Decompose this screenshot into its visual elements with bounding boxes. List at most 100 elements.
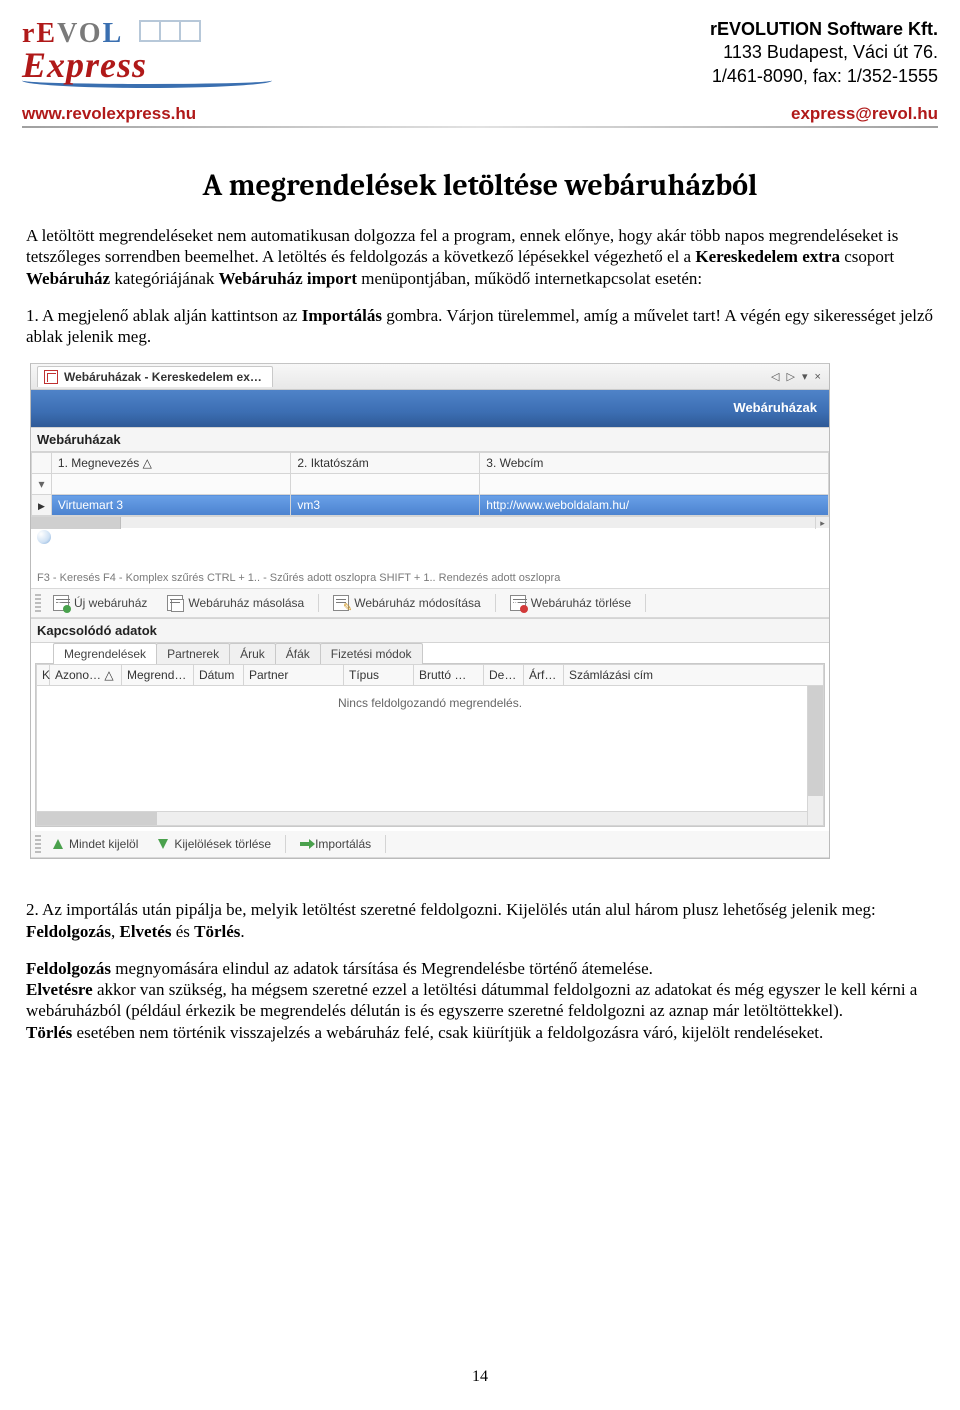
btn-label: Új webáruház xyxy=(74,596,147,610)
toolbar-separator xyxy=(285,835,286,853)
orders-grid-header: K Azono… △ Megrend… Dátum Partner Típus … xyxy=(36,664,824,686)
copy-icon xyxy=(167,595,183,611)
p-process: Feldolgozás megnyomására elindul az adat… xyxy=(26,958,934,979)
text-bold: Kereskedelem extra xyxy=(695,247,840,266)
filter-name[interactable] xyxy=(51,474,290,495)
btn-label: Webáruház másolása xyxy=(188,596,304,610)
logo: rEVOL Express xyxy=(22,18,292,90)
intro-paragraph: A letöltött megrendeléseket nem automati… xyxy=(26,225,934,289)
window-controls[interactable]: ◁ ▷ ▾ × xyxy=(771,370,823,383)
window-controls-glyphs[interactable]: ◁ ▷ ▾ × xyxy=(771,370,823,383)
col-rate[interactable]: Árf… xyxy=(524,664,564,686)
select-all-button[interactable]: Mindet kijelöl xyxy=(45,834,146,854)
filter-dropdown-icon[interactable]: ▾ xyxy=(32,474,52,495)
col-url[interactable]: 3. Webcím xyxy=(480,453,829,474)
section-header: Webáruházak xyxy=(31,427,829,452)
page-header: rEVOL Express rEVOLUTION Software Kft. 1… xyxy=(22,18,938,90)
cell-name[interactable]: Virtuemart 3 xyxy=(51,495,290,516)
toolbar-separator xyxy=(645,594,646,612)
col-reg[interactable]: 2. Iktatószám xyxy=(291,453,480,474)
text: , xyxy=(111,922,120,941)
text: 2. Az importálás után pipálja be, melyik… xyxy=(26,900,876,919)
import-icon xyxy=(300,842,310,846)
p-reject: Elvetésre akkor van szükség, ha mégsem s… xyxy=(26,979,934,1022)
btn-label: Mindet kijelöl xyxy=(69,837,138,851)
toolbar-grip xyxy=(35,594,41,612)
orders-vscroll[interactable] xyxy=(807,686,823,825)
text: csoport xyxy=(840,247,894,266)
cell-reg[interactable]: vm3 xyxy=(291,495,480,516)
tab-partners[interactable]: Partnerek xyxy=(156,643,230,664)
orders-hscroll[interactable] xyxy=(37,811,807,825)
page-title: A megrendelések letöltése webáruházból xyxy=(26,168,934,203)
col-id[interactable]: Azono… △ xyxy=(50,664,122,686)
text: 1. A megjelenő ablak alján kattintson az xyxy=(26,306,302,325)
copy-store-button[interactable]: Webáruház másolása xyxy=(159,592,312,614)
text: kategóriájának xyxy=(110,269,219,288)
text: és xyxy=(171,922,194,941)
page-number: 14 xyxy=(0,1368,960,1386)
btn-label: Webáruház módosítása xyxy=(354,596,481,610)
col-gross[interactable]: Bruttó … xyxy=(414,664,484,686)
header-divider xyxy=(22,126,938,128)
col-type[interactable]: Típus xyxy=(344,664,414,686)
filter-url[interactable] xyxy=(480,474,829,495)
filter-row[interactable]: ▾ xyxy=(32,474,829,495)
toolbar-grip xyxy=(35,835,41,853)
grid-corner xyxy=(32,453,52,474)
app-banner: Webáruházak xyxy=(31,390,829,427)
text-bold: Feldolgozás xyxy=(26,922,111,941)
empty-message: Nincs feldolgozandó megrendelés. xyxy=(37,686,823,720)
col-name[interactable]: 1. Megnevezés △ xyxy=(51,453,290,474)
delete-store-button[interactable]: Webáruház törlése xyxy=(502,592,640,614)
step-2: 2. Az importálás után pipálja be, melyik… xyxy=(26,899,934,942)
text-bold: Importálás xyxy=(302,306,382,325)
app-titlebar: Webáruházak - Kereskedelem ex… ◁ ▷ ▾ × xyxy=(31,364,829,390)
clear-selection-button[interactable]: Kijelölések törlése xyxy=(150,834,279,854)
tab-vat[interactable]: Áfák xyxy=(275,643,321,664)
btn-label: Importálás xyxy=(315,837,371,851)
new-store-button[interactable]: Új webáruház xyxy=(45,592,155,614)
p-delete: Törlés esetében nem történik visszajelzé… xyxy=(26,1022,934,1043)
toolbar-separator xyxy=(318,594,319,612)
selection-toolbar: Mindet kijelöl Kijelölések törlése Impor… xyxy=(31,831,829,858)
tab-payments[interactable]: Fizetési módok xyxy=(320,643,423,664)
col-k[interactable]: K xyxy=(36,664,50,686)
row-indicator xyxy=(32,495,52,516)
filter-reg[interactable] xyxy=(291,474,480,495)
col-billing-address[interactable]: Számlázási cím xyxy=(564,664,824,686)
logo-boxes xyxy=(141,18,201,50)
cell-url[interactable]: http://www.weboldalam.hu/ xyxy=(480,495,829,516)
col-de[interactable]: De… xyxy=(484,664,524,686)
clear-selection-icon xyxy=(158,839,168,849)
window-tab[interactable]: Webáruházak - Kereskedelem ex… xyxy=(37,366,273,387)
orders-area: Nincs feldolgozandó megrendelés. xyxy=(36,686,824,826)
tab-orders[interactable]: Megrendelések xyxy=(53,643,157,664)
text-bold: Törlés xyxy=(26,1023,72,1042)
email-link[interactable]: express@revol.hu xyxy=(791,104,938,124)
col-ordered[interactable]: Megrend… xyxy=(122,664,194,686)
stores-grid: 1. Megnevezés △ 2. Iktatószám 3. Webcím … xyxy=(31,452,829,516)
text-bold: Elvetés xyxy=(120,922,172,941)
text: megnyomására elindul az adatok társítása… xyxy=(111,959,653,978)
window-tab-title: Webáruházak - Kereskedelem ex… xyxy=(64,370,262,384)
new-icon xyxy=(53,595,69,611)
select-all-icon xyxy=(53,839,63,849)
key-icon xyxy=(37,530,51,544)
app-screenshot: Webáruházak - Kereskedelem ex… ◁ ▷ ▾ × W… xyxy=(30,363,830,859)
related-header: Kapcsolódó adatok xyxy=(31,618,829,643)
import-button[interactable]: Importálás xyxy=(292,834,379,854)
orders-panel: K Azono… △ Megrend… Dátum Partner Típus … xyxy=(35,663,825,827)
table-row[interactable]: Virtuemart 3 vm3 http://www.weboldalam.h… xyxy=(32,495,829,516)
col-date[interactable]: Dátum xyxy=(194,664,244,686)
col-partner[interactable]: Partner xyxy=(244,664,344,686)
edit-store-button[interactable]: Webáruház módosítása xyxy=(325,592,489,614)
text-bold: Webáruház xyxy=(26,269,110,288)
grid-hscroll[interactable]: ▸ xyxy=(31,516,829,528)
text-bold: Webáruház import xyxy=(219,269,357,288)
tab-goods[interactable]: Áruk xyxy=(229,643,276,664)
company-contact: 1/461-8090, fax: 1/352-1555 xyxy=(710,65,938,88)
text-bold: Törlés xyxy=(194,922,240,941)
edit-icon xyxy=(333,595,349,611)
website-link[interactable]: www.revolexpress.hu xyxy=(22,104,196,124)
